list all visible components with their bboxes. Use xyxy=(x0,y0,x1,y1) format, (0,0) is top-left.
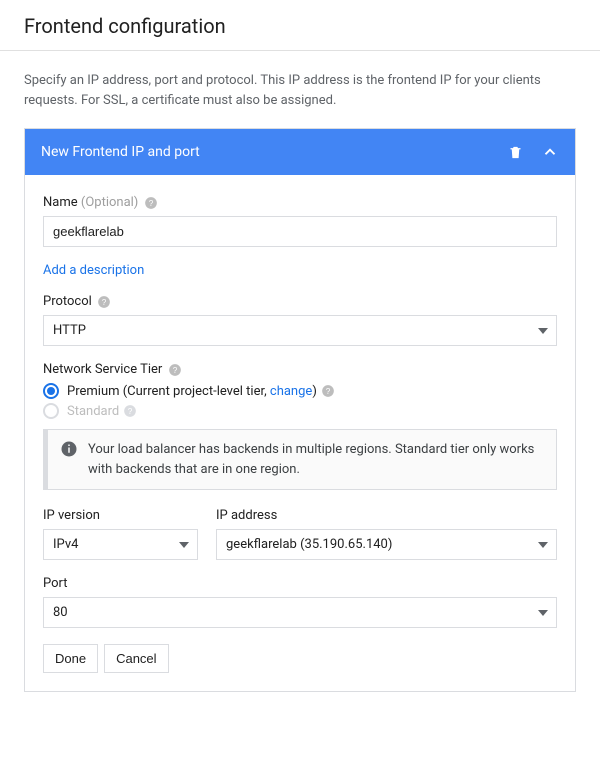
name-optional: (Optional) xyxy=(81,195,138,210)
radio-checked-icon xyxy=(43,383,59,399)
svg-text:?: ? xyxy=(148,198,153,207)
help-icon[interactable]: ? xyxy=(321,384,335,398)
ip-address-group: IP address geekflarelab (35.190.65.140) xyxy=(216,508,557,560)
frontend-card: New Frontend IP and port Name (Optional)… xyxy=(24,128,576,692)
page-description: Specify an IP address, port and protocol… xyxy=(0,51,600,128)
ip-address-value: geekflarelab (35.190.65.140) xyxy=(226,537,392,552)
svg-text:?: ? xyxy=(102,297,107,306)
name-field-group: Name (Optional) ? xyxy=(43,195,557,247)
ip-row: IP version IPv4 IP address geekflarelab … xyxy=(43,508,557,560)
radio-unchecked-icon xyxy=(43,403,59,419)
collapse-icon[interactable] xyxy=(541,143,559,161)
port-group: Port 80 xyxy=(43,576,557,628)
svg-text:?: ? xyxy=(326,387,331,396)
add-description-row: Add a description xyxy=(43,263,557,278)
ip-address-select[interactable]: geekflarelab (35.190.65.140) xyxy=(216,529,557,560)
svg-text:?: ? xyxy=(128,407,133,416)
name-input[interactable] xyxy=(43,216,557,247)
help-icon[interactable]: ? xyxy=(168,363,182,377)
help-icon[interactable]: ? xyxy=(144,196,158,210)
info-icon xyxy=(60,440,78,479)
trash-icon[interactable] xyxy=(508,144,523,161)
premium-prefix: Premium (Current project-level tier, xyxy=(67,384,270,399)
ip-version-value: IPv4 xyxy=(53,537,78,552)
protocol-value: HTTP xyxy=(53,323,86,338)
network-tier-label-text: Network Service Tier xyxy=(43,362,162,377)
action-buttons: Done Cancel xyxy=(43,644,557,673)
name-label-text: Name xyxy=(43,195,78,210)
radio-standard: Standard ? xyxy=(43,403,557,419)
ip-address-label: IP address xyxy=(216,508,557,523)
port-label: Port xyxy=(43,576,557,591)
protocol-label-text: Protocol xyxy=(43,294,92,309)
ip-version-select[interactable]: IPv4 xyxy=(43,529,198,560)
card-body: Name (Optional) ? Add a description Prot… xyxy=(25,175,575,691)
standard-label: Standard xyxy=(67,404,119,419)
premium-suffix: ) xyxy=(312,384,317,399)
caret-down-icon xyxy=(538,610,548,616)
cancel-button[interactable]: Cancel xyxy=(104,644,168,673)
change-link[interactable]: change xyxy=(270,384,312,399)
ip-version-group: IP version IPv4 xyxy=(43,508,198,560)
caret-down-icon xyxy=(538,542,548,548)
info-box: Your load balancer has backends in multi… xyxy=(43,429,557,490)
done-button[interactable]: Done xyxy=(43,644,98,673)
radio-premium[interactable]: Premium (Current project-level tier, cha… xyxy=(43,383,557,399)
network-tier-label: Network Service Tier ? xyxy=(43,362,557,377)
network-tier-group: Network Service Tier ? Premium (Current … xyxy=(43,362,557,419)
port-value: 80 xyxy=(53,605,68,620)
add-description-link[interactable]: Add a description xyxy=(43,263,144,278)
help-icon[interactable]: ? xyxy=(97,295,111,309)
protocol-label: Protocol ? xyxy=(43,294,557,309)
protocol-select[interactable]: HTTP xyxy=(43,315,557,346)
ip-version-label: IP version xyxy=(43,508,198,523)
info-text: Your load balancer has backends in multi… xyxy=(88,440,544,479)
name-label: Name (Optional) ? xyxy=(43,195,557,210)
caret-down-icon xyxy=(179,542,189,548)
svg-text:?: ? xyxy=(172,365,177,374)
help-icon: ? xyxy=(123,404,137,418)
protocol-field-group: Protocol ? HTTP xyxy=(43,294,557,346)
port-select[interactable]: 80 xyxy=(43,597,557,628)
card-header: New Frontend IP and port xyxy=(25,129,575,175)
page-title: Frontend configuration xyxy=(0,0,600,51)
card-header-title: New Frontend IP and port xyxy=(41,144,200,160)
caret-down-icon xyxy=(538,328,548,334)
